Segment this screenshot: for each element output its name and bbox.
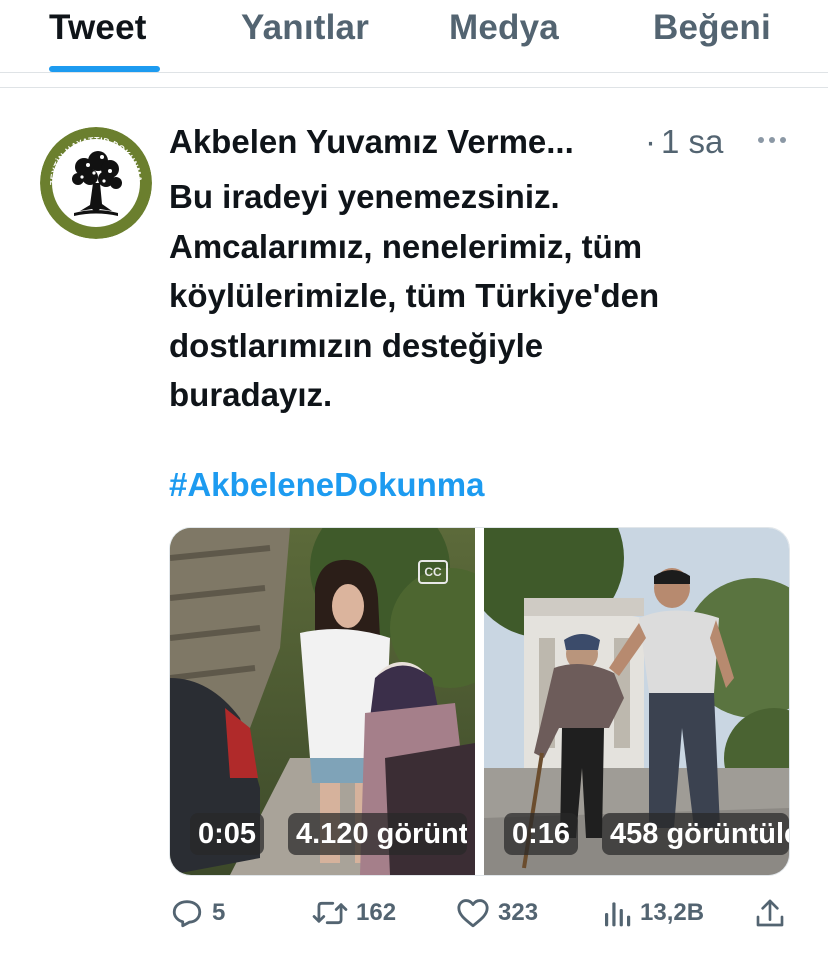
reply-icon bbox=[172, 900, 202, 928]
media-grid: CC 0:05 4.120 görüntülenme bbox=[169, 527, 790, 876]
profile-tabs: Tweet Yanıtlar Medya Beğeni bbox=[0, 0, 828, 72]
views-button[interactable]: 13,2B bbox=[602, 893, 704, 933]
retweet-button[interactable]: 162 bbox=[312, 893, 396, 933]
tab-replies[interactable]: Yanıtlar bbox=[241, 8, 369, 48]
tweet-text-line: Amcalarımız, nenelerimiz, tüm bbox=[169, 227, 643, 265]
video-thumbnail-1[interactable]: CC 0:05 4.120 görüntülenme bbox=[170, 528, 475, 875]
avatar-logo: ZEYTİN HAYATTIR DOKUNMA! MİLAS ZEYTİN Mİ… bbox=[40, 127, 152, 239]
reply-button[interactable]: 5 bbox=[170, 893, 225, 933]
closed-caption-icon[interactable]: CC bbox=[418, 560, 448, 584]
tab-media[interactable]: Medya bbox=[449, 8, 559, 48]
video-2-duration: 0:16 bbox=[504, 813, 579, 855]
reply-count: 5 bbox=[212, 899, 226, 926]
share-button[interactable] bbox=[755, 893, 785, 933]
tweet-text-line: Bu iradeyi yenemezsiniz. bbox=[169, 178, 560, 215]
tweet-text: Bu iradeyi yenemezsiniz. Amcalarımız, ne… bbox=[169, 172, 789, 420]
tweet-text-line: dostlarımızın desteğiyle bbox=[169, 326, 544, 364]
retweet-icon bbox=[312, 901, 348, 925]
views-count: 13,2B bbox=[640, 899, 705, 926]
like-icon bbox=[457, 899, 489, 928]
tweet-text-line: buradayız. bbox=[169, 376, 333, 413]
separator-dot: · bbox=[645, 123, 656, 160]
like-button[interactable]: 323 bbox=[456, 893, 538, 933]
video-2-views: 458 görüntülenme bbox=[602, 813, 789, 855]
more-icon[interactable] bbox=[757, 133, 787, 151]
tweet-divider bbox=[0, 87, 828, 88]
tab-tweet[interactable]: Tweet bbox=[49, 8, 147, 48]
like-count: 323 bbox=[498, 899, 539, 926]
tabs-divider bbox=[0, 72, 828, 73]
video-1-views: 4.120 görüntülenme bbox=[288, 813, 467, 855]
share-icon bbox=[756, 899, 784, 927]
views-icon bbox=[605, 902, 631, 927]
avatar[interactable]: ZEYTİN HAYATTIR DOKUNMA! MİLAS ZEYTİN Mİ… bbox=[40, 127, 152, 239]
tweet-time[interactable]: 1 sa bbox=[661, 123, 723, 161]
hashtag-link[interactable]: #AkbeleneDokunma bbox=[169, 466, 484, 504]
video-thumbnail-2[interactable]: 0:16 458 görüntülenme bbox=[484, 528, 789, 875]
tweet-text-line: köylülerimizle, tüm Türkiye'den bbox=[169, 277, 660, 314]
video-1-duration: 0:05 bbox=[190, 813, 265, 855]
retweet-count: 162 bbox=[356, 899, 397, 926]
tab-likes[interactable]: Beğeni bbox=[653, 8, 771, 48]
author-name[interactable]: Akbelen Yuvamız Verme... bbox=[169, 123, 574, 161]
